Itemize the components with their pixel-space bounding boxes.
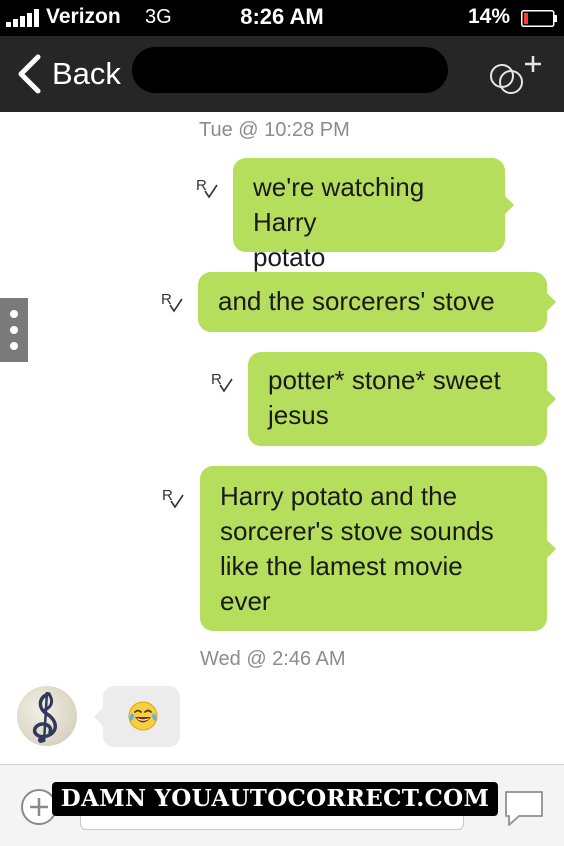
messaging-screen: Verizon 3G 8:26 AM 14% Back Tue @ 10:28 … xyxy=(0,0,564,846)
outgoing-message[interactable]: we're watching Harry potato xyxy=(233,158,514,272)
timestamp: Tue @ 10:28 PM xyxy=(199,119,350,141)
status-bar: Verizon 3G 8:26 AM 14% xyxy=(0,0,564,36)
message-line: potter* stone* sweet xyxy=(268,365,501,395)
read-receipt-icon: R xyxy=(161,291,183,313)
conversation-view[interactable]: Tue @ 10:28 PM R we're watching Harry po… xyxy=(0,112,564,764)
back-label: Back xyxy=(52,56,121,91)
handle-dot xyxy=(10,326,18,334)
outgoing-message[interactable]: potter* stone* sweet jesus xyxy=(248,352,556,446)
incoming-message[interactable] xyxy=(94,686,180,747)
battery-icon xyxy=(521,10,557,27)
timestamp: Wed @ 2:46 AM xyxy=(200,648,346,670)
contact-avatar[interactable] xyxy=(17,686,77,746)
treble-clef-avatar-icon xyxy=(32,691,57,743)
message-line: and the sorcerers' stove xyxy=(218,286,495,316)
read-receipt-icon: R xyxy=(211,371,233,393)
bubble-tail xyxy=(546,538,556,559)
outgoing-message[interactable]: Harry potato and the sorcerer's stove so… xyxy=(200,466,556,631)
watermark: DAMN YOUAUTOCORRECT.COM xyxy=(52,782,498,816)
navigation-bar: Back xyxy=(0,36,564,112)
bubble-tail xyxy=(546,389,556,409)
read-receipt-icon: R xyxy=(196,177,218,199)
message-line: like the lamest movie xyxy=(220,551,463,581)
chat-bubble-icon[interactable] xyxy=(503,789,545,829)
message-line: jesus xyxy=(268,400,329,430)
message-line: Harry potato and the xyxy=(220,481,458,511)
face-with-tears-of-joy-emoji xyxy=(128,701,158,731)
handle-dot xyxy=(10,310,18,318)
bubble-tail xyxy=(546,292,556,312)
read-receipt-icon: R xyxy=(162,487,184,509)
message-line: potato xyxy=(253,242,326,272)
redacted-contact-name xyxy=(132,47,448,93)
back-button[interactable]: Back xyxy=(16,52,136,96)
bubble-tail xyxy=(94,707,104,727)
message-line: ever xyxy=(220,586,271,616)
chevron-left-icon xyxy=(18,54,41,94)
bubble-tail xyxy=(504,195,514,215)
battery-percent: 14% xyxy=(468,5,511,28)
message-line: we're watching Harry xyxy=(253,172,425,237)
side-menu-handle[interactable] xyxy=(0,298,28,362)
message-input-bar: DAMN YOUAUTOCORRECT.COM xyxy=(0,764,564,846)
handle-dot xyxy=(10,342,18,350)
outgoing-message[interactable]: and the sorcerers' stove xyxy=(198,272,556,332)
message-line: sorcerer's stove sounds xyxy=(220,516,494,546)
add-participant-icon[interactable] xyxy=(484,50,546,98)
